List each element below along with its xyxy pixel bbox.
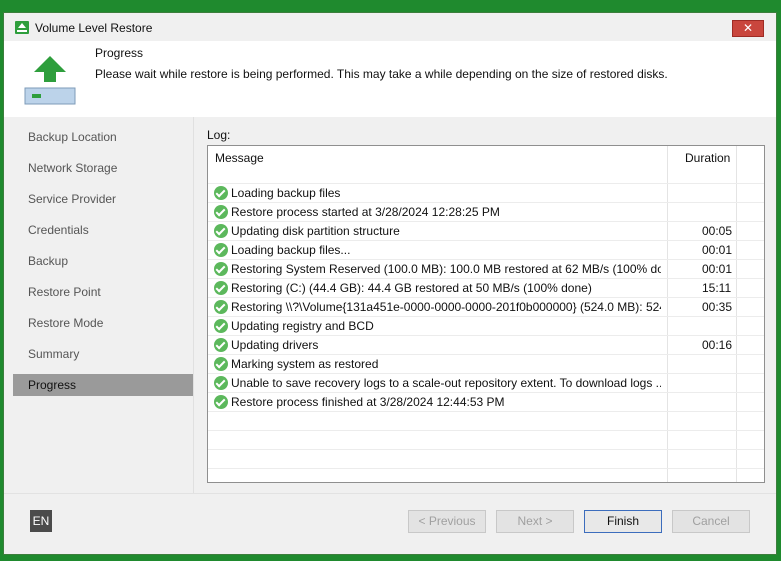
column-header-duration[interactable]: Duration: [685, 151, 730, 165]
success-check-icon: [214, 224, 228, 238]
log-message: Restore process started at 3/28/2024 12:…: [231, 205, 500, 219]
sidebar-item-progress[interactable]: Progress: [13, 374, 193, 396]
success-check-icon: [214, 357, 228, 371]
log-message: Restoring (C:) (44.4 GB): 44.4 GB restor…: [231, 281, 592, 295]
next-button[interactable]: Next >: [496, 510, 574, 533]
restore-upload-icon: [24, 56, 76, 105]
restore-app-icon: [15, 21, 29, 34]
log-row[interactable]: Updating registry and BCD: [208, 317, 764, 336]
log-row[interactable]: Loading backup files... 00:01: [208, 241, 764, 260]
log-message: Restore process finished at 3/28/2024 12…: [231, 395, 505, 409]
close-button[interactable]: ✕: [732, 20, 764, 37]
log-message: Marking system as restored: [231, 357, 379, 371]
log-row[interactable]: Unable to save recovery logs to a scale-…: [208, 374, 764, 393]
success-check-icon: [214, 243, 228, 257]
log-row[interactable]: Loading backup files: [208, 184, 764, 203]
log-duration: 00:01: [702, 262, 733, 276]
cancel-button[interactable]: Cancel: [672, 510, 750, 533]
success-check-icon: [214, 395, 228, 409]
success-check-icon: [214, 186, 228, 200]
success-check-icon: [214, 300, 228, 314]
log-table[interactable]: Message Duration Loading backup files Res…: [207, 145, 765, 483]
log-row[interactable]: Marking system as restored: [208, 355, 764, 374]
log-row[interactable]: Restoring \\?\Volume{131a451e-0000-0000-…: [208, 298, 764, 317]
log-message: Updating registry and BCD: [231, 319, 374, 333]
sidebar-item-backup[interactable]: Backup: [13, 250, 193, 272]
sidebar-item-summary[interactable]: Summary: [13, 343, 193, 365]
log-message: Unable to save recovery logs to a scale-…: [231, 376, 661, 390]
success-check-icon: [214, 205, 228, 219]
sidebar-item-credentials[interactable]: Credentials: [13, 219, 193, 241]
wizard-header: Progress Please wait while restore is be…: [4, 41, 776, 117]
sidebar-divider: [193, 117, 194, 493]
log-duration: 00:35: [702, 300, 733, 314]
log-row[interactable]: Restoring System Reserved (100.0 MB): 10…: [208, 260, 764, 279]
step-title: Progress: [95, 46, 144, 60]
finish-button[interactable]: Finish: [584, 510, 662, 533]
log-message: Loading backup files: [231, 186, 341, 200]
row-gridline: [208, 468, 764, 469]
row-gridline: [208, 449, 764, 450]
title-bar[interactable]: Volume Level Restore ✕: [4, 13, 776, 41]
success-check-icon: [214, 262, 228, 276]
sidebar-item-backup-location[interactable]: Backup Location: [13, 126, 193, 148]
success-check-icon: [214, 281, 228, 295]
log-message: Updating drivers: [231, 338, 319, 352]
log-message: Restoring \\?\Volume{131a451e-0000-0000-…: [231, 300, 661, 314]
step-description: Please wait while restore is being perfo…: [95, 67, 668, 81]
log-duration: 00:05: [702, 224, 733, 238]
previous-button[interactable]: < Previous: [408, 510, 486, 533]
row-gridline: [208, 430, 764, 431]
sidebar-item-restore-mode[interactable]: Restore Mode: [13, 312, 193, 334]
log-message: Loading backup files...: [231, 243, 351, 257]
success-check-icon: [214, 338, 228, 352]
log-duration: 15:11: [702, 281, 732, 295]
log-duration: 00:01: [702, 243, 733, 257]
log-row[interactable]: Updating drivers 00:16: [208, 336, 764, 355]
log-label: Log:: [207, 128, 231, 142]
restore-wizard-window: Volume Level Restore ✕ Progress Please w…: [3, 12, 777, 555]
log-duration: 00:16: [702, 338, 733, 352]
column-header-message[interactable]: Message: [215, 151, 264, 165]
log-message: Restoring System Reserved (100.0 MB): 10…: [231, 262, 661, 276]
sidebar-item-network-storage[interactable]: Network Storage: [13, 157, 193, 179]
window-title: Volume Level Restore: [35, 21, 153, 35]
log-row[interactable]: Restore process finished at 3/28/2024 12…: [208, 393, 764, 412]
sidebar-item-service-provider[interactable]: Service Provider: [13, 188, 193, 210]
log-row[interactable]: Updating disk partition structure 00:05: [208, 222, 764, 241]
log-row[interactable]: Restore process started at 3/28/2024 12:…: [208, 203, 764, 222]
log-message: Updating disk partition structure: [231, 224, 400, 238]
success-check-icon: [214, 319, 228, 333]
wizard-steps-sidebar: Backup Location Network Storage Service Pr…: [4, 117, 193, 493]
success-check-icon: [214, 376, 228, 390]
footer-divider: [4, 493, 776, 494]
log-row[interactable]: Restoring (C:) (44.4 GB): 44.4 GB restor…: [208, 279, 764, 298]
language-indicator[interactable]: EN: [30, 510, 52, 532]
sidebar-item-restore-point[interactable]: Restore Point: [13, 281, 193, 303]
